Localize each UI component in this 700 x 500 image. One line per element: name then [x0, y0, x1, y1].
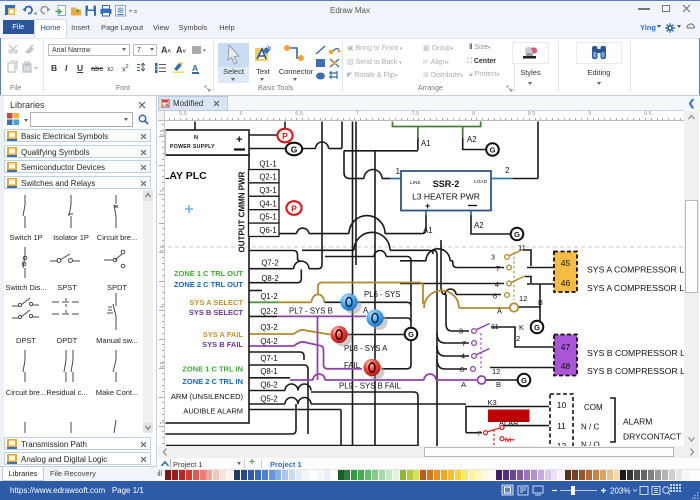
svg-text:12: 12 — [519, 294, 527, 303]
svg-text:G: G — [408, 330, 414, 339]
svg-text:LINE: LINE — [410, 180, 421, 186]
svg-text:SYS A SELECT: SYS A SELECT — [189, 298, 243, 307]
svg-text:N / C: N / C — [581, 423, 599, 432]
svg-text:Q4-1: Q4-1 — [259, 199, 276, 208]
svg-text:Q2-2: Q2-2 — [260, 307, 277, 316]
svg-text:ZONE 2 C TRL IN: ZONE 2 C TRL IN — [182, 377, 243, 386]
svg-text:4: 4 — [495, 280, 499, 289]
svg-text:11: 11 — [491, 322, 499, 331]
svg-text:SYS A FAIL: SYS A FAIL — [203, 330, 244, 339]
svg-text:SYS B COMPRESSOR L: SYS B COMPRESSOR L — [587, 366, 685, 376]
svg-text:Q6-1: Q6-1 — [259, 226, 276, 235]
svg-text:Q2-1: Q2-1 — [259, 173, 276, 182]
svg-text:G: G — [514, 230, 520, 239]
svg-text:46: 46 — [561, 278, 571, 288]
svg-text:B: B — [538, 298, 543, 307]
svg-text:Q8-1: Q8-1 — [260, 367, 277, 376]
svg-text:FAIL: FAIL — [344, 361, 361, 370]
svg-text:M: M — [505, 436, 511, 445]
svg-text:6: 6 — [493, 292, 497, 301]
svg-text:Q4-2: Q4-2 — [260, 337, 277, 346]
svg-text:A2: A2 — [467, 135, 477, 144]
svg-text:A1: A1 — [421, 139, 431, 148]
svg-text:7: 7 — [477, 429, 481, 438]
svg-text:G: G — [521, 376, 527, 385]
svg-text:ALARM: ALARM — [623, 417, 652, 427]
svg-text:7: 7 — [462, 339, 466, 348]
svg-text:P: P — [291, 204, 297, 214]
svg-text:PL8 - SYS A: PL8 - SYS A — [344, 344, 388, 353]
svg-text:Q7-1: Q7-1 — [260, 354, 277, 363]
svg-text:Q5-2: Q5-2 — [260, 395, 277, 404]
svg-text:B: B — [496, 380, 501, 389]
svg-text:SYS B COMPRESSOR L: SYS B COMPRESSOR L — [587, 348, 685, 358]
svg-text:LAY PLC: LAY PLC — [163, 170, 207, 182]
svg-text:PL6 - SYS: PL6 - SYS — [364, 290, 400, 299]
svg-text:OUTPUT CMMN PWR: OUTPUT CMMN PWR — [238, 171, 247, 252]
svg-text:SYS B SELECT: SYS B SELECT — [189, 308, 244, 317]
svg-text:+: + — [425, 201, 430, 211]
svg-text:12: 12 — [492, 367, 500, 376]
svg-text:Q5-1: Q5-1 — [259, 213, 276, 222]
svg-text:ARM (UNSILENCED): ARM (UNSILENCED) — [171, 392, 244, 401]
svg-text:G: G — [291, 145, 298, 155]
svg-text:ZONE 2 C TRL OUT: ZONE 2 C TRL OUT — [174, 280, 243, 289]
svg-text:+: + — [236, 134, 242, 146]
svg-text:SYS B FAIL: SYS B FAIL — [202, 340, 243, 349]
svg-text:6: 6 — [460, 365, 464, 374]
svg-text:SYS A COMPRESSOR L: SYS A COMPRESSOR L — [587, 265, 684, 275]
svg-text:A2: A2 — [474, 221, 484, 230]
svg-text:PL7 - SYS B: PL7 - SYS B — [289, 307, 333, 316]
svg-text:3: 3 — [491, 253, 495, 262]
svg-text:Q8-2: Q8-2 — [261, 274, 278, 283]
svg-text:POWER SUPPLY: POWER SUPPLY — [170, 144, 215, 150]
svg-text:PL9 - SYS B FAIL: PL9 - SYS B FAIL — [339, 382, 402, 391]
svg-text:Q7-2: Q7-2 — [261, 259, 278, 268]
svg-text:Q3-1: Q3-1 — [259, 186, 276, 195]
svg-text:DRYCONTACT: DRYCONTACT — [623, 432, 681, 442]
svg-text:COM: COM — [584, 403, 603, 412]
svg-text:Q1-1: Q1-1 — [259, 160, 276, 169]
svg-text:45: 45 — [561, 258, 571, 268]
svg-text:G: G — [490, 146, 496, 155]
svg-text:LOAD: LOAD — [474, 179, 488, 185]
svg-text:Q1-2: Q1-2 — [260, 292, 277, 301]
svg-text:AUDIBLE ALARM: AUDIBLE ALARM — [183, 407, 243, 416]
svg-text:L3 HEATER PWR: L3 HEATER PWR — [412, 192, 480, 202]
svg-text:K: K — [519, 323, 524, 332]
svg-text:2: 2 — [516, 334, 520, 343]
svg-text:K3: K3 — [488, 398, 497, 407]
svg-text:N: N — [194, 135, 198, 141]
svg-text:Q3-2: Q3-2 — [260, 323, 277, 332]
svg-text:SYS A COMPRESSOR L: SYS A COMPRESSOR L — [587, 283, 684, 293]
svg-text:SSR-2: SSR-2 — [433, 179, 460, 189]
svg-text:A: A — [461, 380, 466, 389]
svg-text:Q6-2: Q6-2 — [260, 381, 277, 390]
svg-text:1: 1 — [396, 167, 400, 176]
svg-text:203%: 203% — [610, 487, 630, 496]
svg-text:3: 3 — [459, 327, 463, 336]
svg-text:7: 7 — [496, 264, 500, 273]
svg-text:2: 2 — [505, 166, 509, 175]
svg-text:4: 4 — [461, 352, 465, 361]
svg-text:ZONE 1 C TRL IN: ZONE 1 C TRL IN — [182, 365, 243, 374]
svg-text:48: 48 — [561, 361, 571, 371]
svg-text:ZONE 1 C TRL OUT: ZONE 1 C TRL OUT — [174, 269, 243, 278]
svg-text:11: 11 — [518, 243, 526, 252]
svg-text:A: A — [497, 307, 502, 316]
svg-text:A1: A1 — [423, 226, 433, 235]
svg-text:10: 10 — [557, 400, 567, 410]
svg-text:11: 11 — [557, 421, 566, 431]
svg-text:P: P — [282, 131, 288, 141]
svg-text:47: 47 — [561, 342, 571, 352]
svg-text:G: G — [534, 323, 540, 332]
